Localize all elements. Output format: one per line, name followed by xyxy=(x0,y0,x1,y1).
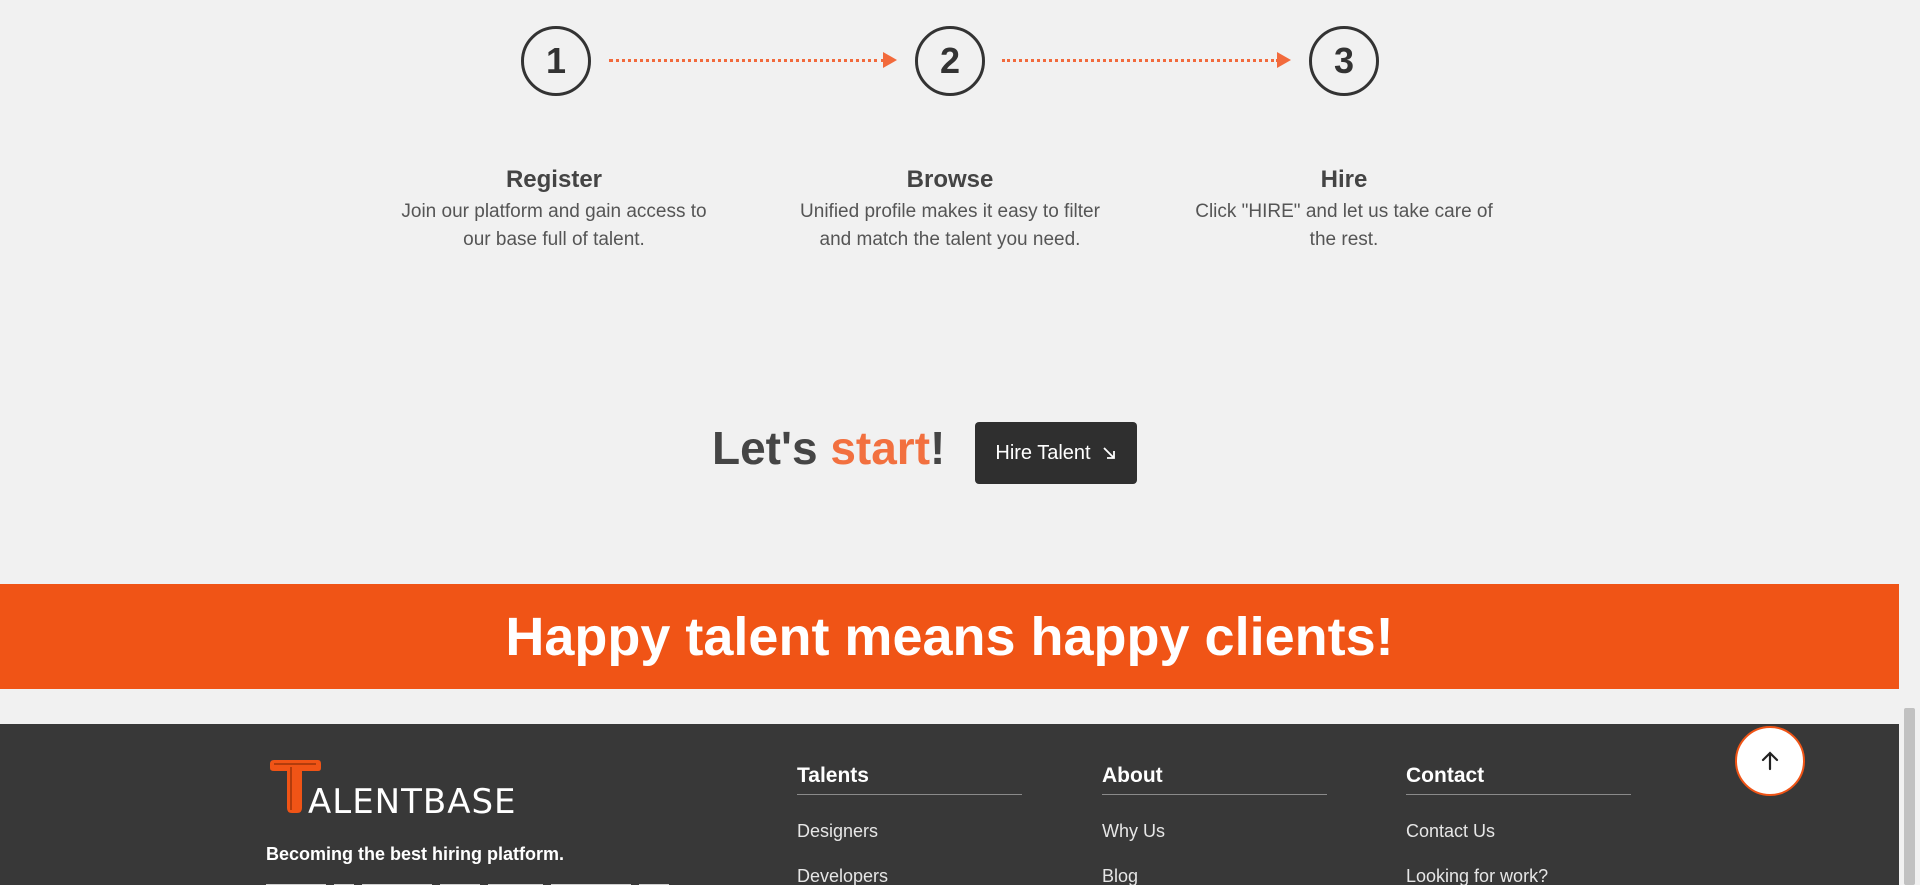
footer-link-contact-us[interactable]: Contact Us xyxy=(1406,819,1631,843)
footer-col-contact-title: Contact xyxy=(1406,762,1631,795)
footer-link-looking-for-work[interactable]: Looking for work? xyxy=(1406,864,1631,885)
step-3-desc-line2: the rest. xyxy=(1309,229,1379,250)
step-2-number: 2 xyxy=(939,40,961,81)
promo-banner: Happy talent means happy clients! xyxy=(0,584,1899,689)
footer-col-contact: Contact Contact Us Looking for work? xyxy=(1406,762,1631,885)
footer-tagline: Becoming the best hiring platform. xyxy=(266,844,565,864)
page: 1 2 3 Register Join our platform and gai… xyxy=(0,0,1899,885)
step-2-circle: 2 xyxy=(915,26,985,96)
step-3-title: Hire xyxy=(1320,166,1368,193)
step-2-text: Browse Unified profile makes it easy to … xyxy=(780,164,1120,254)
footer-link-designers[interactable]: Designers xyxy=(797,819,1022,843)
footer-col-talents: Talents Designers Developers xyxy=(797,762,1022,885)
footer-link-developers[interactable]: Developers xyxy=(797,864,1022,885)
logo-text: ALENTBASE xyxy=(308,782,517,816)
step-3-circle: 3 xyxy=(1309,26,1379,96)
step-1-text: Register Join our platform and gain acce… xyxy=(384,164,724,254)
banner-text: Happy talent means happy clients! xyxy=(505,606,1394,667)
footer-link-blog[interactable]: Blog xyxy=(1102,864,1327,885)
footer-col-about: About Why Us Blog xyxy=(1102,762,1327,885)
footer-link-why-us[interactable]: Why Us xyxy=(1102,819,1327,843)
step-2-title: Browse xyxy=(906,166,994,193)
cta-heading-accent: start xyxy=(830,422,931,474)
step-arrow-2 xyxy=(1002,52,1291,68)
step-2-desc-line2: and match the talent you need. xyxy=(819,229,1081,250)
page-scrollbar[interactable] xyxy=(1899,0,1920,885)
scrollbar-thumb[interactable] xyxy=(1904,708,1915,885)
hire-talent-button[interactable]: Hire Talent xyxy=(975,422,1137,484)
arrow-down-right-icon xyxy=(1102,447,1115,459)
cta-heading-pre: Let's xyxy=(712,422,831,474)
step-1-desc-line2: our base full of talent. xyxy=(463,229,645,250)
footer-description-cut xyxy=(266,876,706,885)
cta-heading: Let's start! xyxy=(712,418,945,478)
footer: ALENTBASE Becoming the best hiring platf… xyxy=(0,724,1899,885)
step-1-title: Register xyxy=(505,166,603,193)
arrow-up-icon xyxy=(1761,751,1779,771)
scroll-to-top-button[interactable] xyxy=(1735,726,1805,796)
step-1-circle: 1 xyxy=(521,26,591,96)
step-1-desc-line1: Join our platform and gain access to xyxy=(401,201,707,222)
footer-col-about-title: About xyxy=(1102,762,1327,795)
step-3-desc-line1: Click "HIRE" and let us take care of xyxy=(1195,201,1493,222)
cta-heading-post: ! xyxy=(930,422,946,474)
step-1-number: 1 xyxy=(545,40,567,81)
hire-talent-label: Hire Talent xyxy=(995,441,1091,464)
step-2-desc-line1: Unified profile makes it easy to filter xyxy=(800,201,1100,222)
step-arrow-1 xyxy=(609,52,897,68)
step-3-text: Hire Click "HIRE" and let us take care o… xyxy=(1174,164,1514,254)
step-3-number: 3 xyxy=(1333,40,1355,81)
talentbase-logo[interactable]: ALENTBASE xyxy=(266,758,538,816)
footer-col-talents-title: Talents xyxy=(797,762,1022,795)
